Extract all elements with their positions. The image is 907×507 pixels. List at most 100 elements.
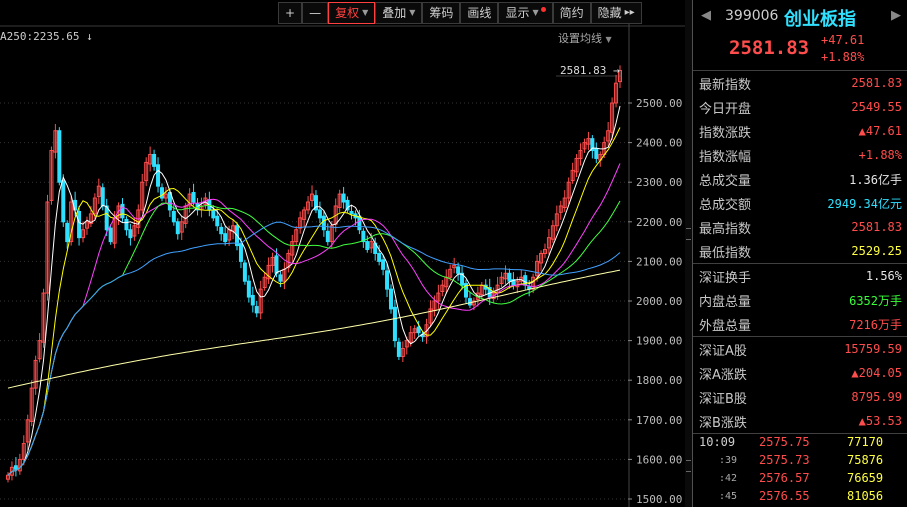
- caret-down-icon: ▼: [362, 8, 369, 17]
- stock-name: 创业板指: [784, 9, 856, 30]
- candle-body: [594, 148, 599, 159]
- notify-dot-icon: [540, 6, 546, 12]
- tick-price: 2575.73: [759, 453, 810, 467]
- candle-body: [396, 341, 401, 357]
- stats-group-shenzhen: 深证A股 15759.59 深A涨跌 ▲204.05 深证B股 8795.99 深B涨跌 ▲5…: [693, 337, 907, 434]
- hide-button[interactable]: 隐藏 ▸▸: [590, 2, 642, 24]
- stat-label: 深证A股: [699, 343, 747, 359]
- stat-row: 今日开盘 2549.55: [693, 95, 907, 119]
- candle-body: [57, 130, 62, 183]
- fuquan-button[interactable]: 复权 ▼: [328, 2, 376, 24]
- splitter-grip-icon[interactable]: [686, 460, 691, 472]
- current-price-tag: 2581.83 →: [560, 64, 620, 77]
- y-tick-label: 2300.00: [636, 176, 682, 189]
- stat-row: 深证换手 1.56%: [693, 264, 907, 288]
- candle-body: [467, 298, 472, 306]
- y-tick-label: 2000.00: [636, 295, 682, 308]
- candle-body: [124, 218, 129, 231]
- candle-body: [246, 280, 251, 298]
- prev-stock-icon[interactable]: ◀: [701, 8, 711, 23]
- stat-label: 今日开盘: [699, 101, 752, 117]
- candle-body: [223, 233, 228, 243]
- stat-value: 15759.59: [844, 342, 902, 356]
- stats-group-turnover: 深证换手 1.56% 内盘总量 6352万手 外盘总量 7216万手: [693, 264, 907, 337]
- y-tick-label: 1800.00: [636, 374, 682, 387]
- draw-line-button[interactable]: 画线: [460, 2, 499, 24]
- candle-body: [325, 230, 330, 243]
- stat-row: 深证B股 8795.99: [693, 385, 907, 409]
- candle-body: [120, 203, 125, 219]
- quote-header: ◀ 399006 创业板指 ▶ 2581.83 +47.61 +1.88%: [693, 0, 907, 71]
- stat-value: ▲53.53: [858, 414, 902, 428]
- stat-value: 1.56%: [865, 269, 902, 283]
- tick-price: 2575.75: [759, 435, 810, 449]
- arrow-right-icon: →: [612, 64, 620, 77]
- candle-body: [385, 270, 390, 290]
- stat-value: 2581.83: [851, 76, 902, 90]
- y-tick-label: 2400.00: [636, 137, 682, 150]
- ma-settings-button[interactable]: 设置均线 ▼: [558, 30, 612, 46]
- simple-mode-button[interactable]: 简约: [552, 2, 591, 24]
- candle-body: [381, 259, 386, 270]
- stat-row: 指数涨幅 +1.88%: [693, 143, 907, 167]
- overlay-label: 叠加: [382, 6, 407, 20]
- stat-label: 最高指数: [699, 221, 752, 237]
- stat-value: +1.88%: [858, 148, 902, 162]
- stat-value: 8795.99: [851, 390, 902, 404]
- candle-body: [13, 465, 18, 470]
- candle-body: [357, 215, 362, 231]
- candle-body: [61, 180, 66, 223]
- candle-body: [211, 209, 216, 219]
- candle-body: [219, 226, 224, 235]
- stat-label: 总成交额: [699, 197, 752, 213]
- stat-label: 指数涨跌: [699, 125, 752, 141]
- candle-body: [171, 211, 176, 223]
- panel-splitter[interactable]: [685, 0, 692, 507]
- stat-value: 7216万手: [849, 317, 902, 332]
- zoom-in-button[interactable]: +: [278, 2, 303, 24]
- tick-volume: 76659: [847, 471, 884, 485]
- candle-body: [250, 294, 255, 306]
- stat-row: 指数涨跌 ▲47.61: [693, 119, 907, 143]
- stat-label: 深证换手: [699, 270, 752, 286]
- display-button[interactable]: 显示 ▼: [498, 2, 553, 24]
- y-tick-label: 1600.00: [636, 453, 682, 466]
- candle-body: [100, 187, 105, 207]
- candle-body: [317, 209, 322, 219]
- stat-row: 内盘总量 6352万手: [693, 288, 907, 312]
- ma-readout: A250:2235.65 ↓: [0, 30, 93, 43]
- tick-volume: 77170: [847, 435, 884, 449]
- ma-line: [7, 221, 621, 476]
- stat-row: 深B涨跌 ▲53.53: [693, 409, 907, 433]
- kline-chart-area[interactable]: 2500.00 2400.00 2300.00 2200.00 2100.00 2000.…: [0, 0, 686, 507]
- stat-value: 2529.25: [851, 244, 902, 258]
- caret-down-icon: ▼: [532, 8, 539, 17]
- candle-body: [341, 193, 346, 203]
- tick-volume: 75876: [847, 453, 884, 467]
- stat-value: 2581.83: [851, 220, 902, 234]
- chips-button[interactable]: 筹码: [422, 2, 461, 24]
- stat-row: 外盘总量 7216万手: [693, 312, 907, 336]
- tick-list[interactable]: 10:09 2575.75 77170:39 2575.73 75876:42 2576.…: [693, 433, 907, 505]
- candle-body: [77, 211, 82, 239]
- stat-label: 最低指数: [699, 245, 752, 261]
- zoom-out-button[interactable]: —: [302, 2, 329, 24]
- y-tick-label: 2100.00: [636, 255, 682, 268]
- candle-body: [191, 191, 196, 203]
- next-stock-icon[interactable]: ▶: [891, 8, 901, 23]
- stat-value: 2949.34亿元: [827, 196, 902, 211]
- stat-value: ▲47.61: [858, 124, 902, 138]
- candle-body: [108, 227, 113, 243]
- tick-price: 2576.57: [759, 471, 810, 485]
- splitter-grip-icon[interactable]: [686, 228, 691, 240]
- overlay-button[interactable]: 叠加 ▼: [375, 2, 423, 24]
- price-change: +47.61: [821, 33, 865, 47]
- stat-value: 6352万手: [849, 293, 902, 308]
- candle-body: [278, 274, 283, 282]
- candle-body: [416, 326, 421, 334]
- y-tick-label: 1500.00: [636, 493, 682, 506]
- candle-body: [377, 252, 382, 262]
- y-tick-label: 2500.00: [636, 97, 682, 110]
- stat-label: 最新指数: [699, 77, 752, 93]
- tick-price: 2576.55: [759, 489, 810, 503]
